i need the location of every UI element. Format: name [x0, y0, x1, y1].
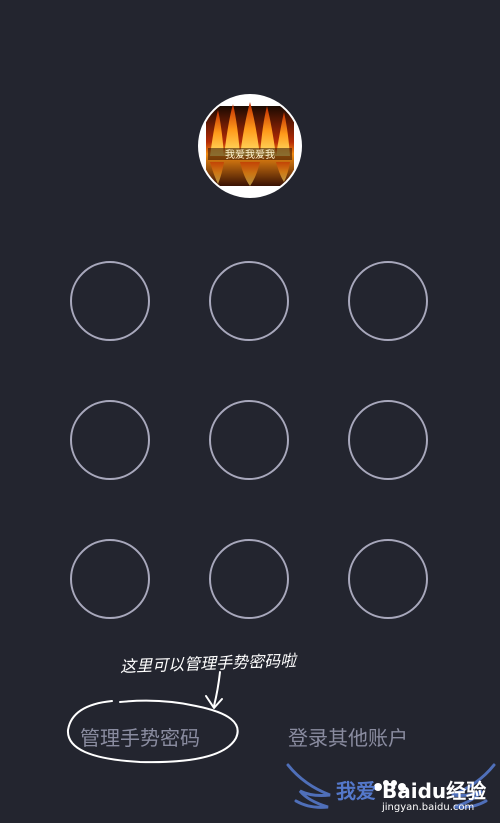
gesture-dot-5[interactable]: [209, 400, 289, 480]
gesture-dot-8[interactable]: [209, 539, 289, 619]
manage-gesture-password-link[interactable]: 管理手势密码: [80, 722, 200, 751]
gesture-dot-6[interactable]: [348, 400, 428, 480]
gesture-dot-1[interactable]: [70, 261, 150, 341]
gesture-dot-2[interactable]: [209, 261, 289, 341]
login-other-account-link[interactable]: 登录其他账户: [288, 722, 408, 751]
watermark-url-text: jingyan.baidu.com: [382, 802, 475, 813]
gesture-unlock-screen: 我爱我爱我 这里可以管理手势密码啦 管理手势密码 登录其他账户 我爱 Baidu…: [0, 0, 500, 823]
gesture-dot-4[interactable]: [70, 400, 150, 480]
watermark-wings-icon: [286, 763, 496, 809]
annotation-note: 这里可以管理手势密码啦: [119, 650, 297, 677]
baidu-jingyan-watermark: 我爱 Baidu经验 jingyan.baidu.com: [282, 745, 500, 823]
gesture-dot-7[interactable]: [70, 539, 150, 619]
gesture-dot-9[interactable]: [348, 539, 428, 619]
avatar-fire-image: 我爱我爱我: [200, 96, 300, 196]
user-avatar[interactable]: 我爱我爱我: [200, 96, 300, 196]
watermark-cn-text: 我爱: [336, 779, 376, 803]
watermark-brand-text: Baidu经验: [382, 779, 487, 803]
gesture-dot-3[interactable]: [348, 261, 428, 341]
avatar-text: 我爱我爱我: [225, 148, 275, 161]
